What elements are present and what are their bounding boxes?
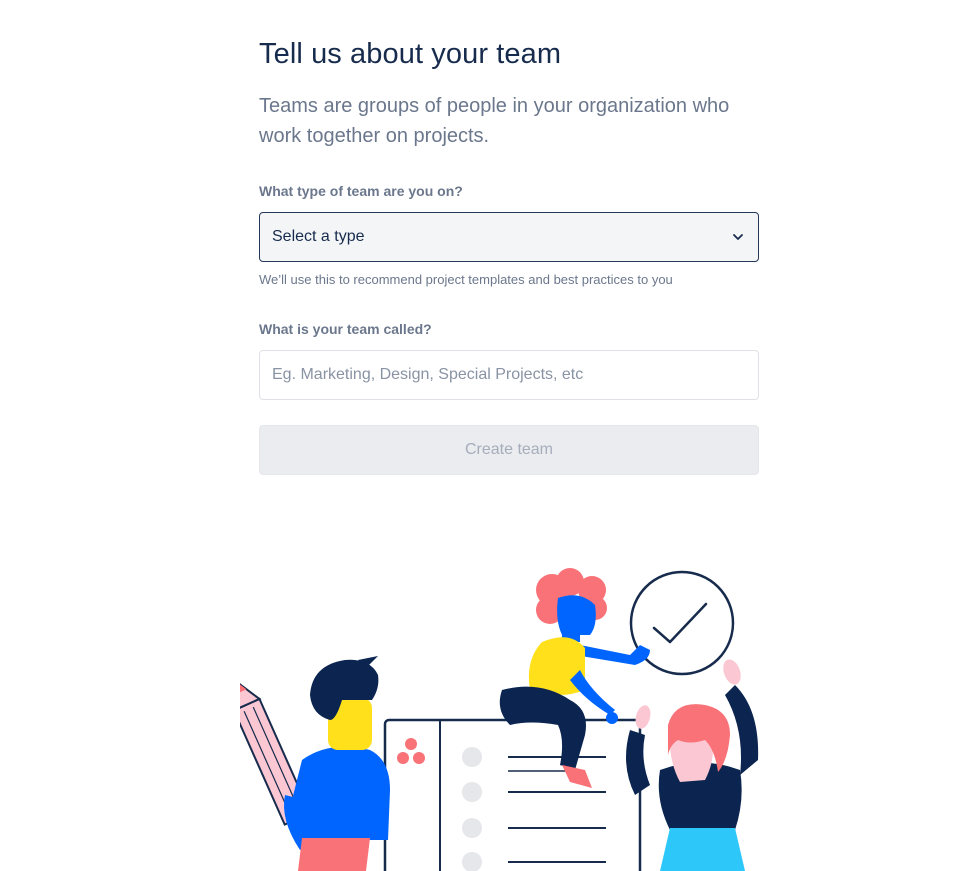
team-name-input[interactable] bbox=[259, 350, 759, 400]
team-type-selected-value: Select a type bbox=[272, 228, 365, 245]
team-illustration bbox=[240, 568, 759, 871]
cheering-person-illustration bbox=[626, 659, 759, 871]
team-type-helper-text: We’ll use this to recommend project temp… bbox=[259, 272, 673, 287]
team-name-label: What is your team called? bbox=[259, 321, 432, 337]
person-with-pencil-illustration bbox=[240, 656, 390, 871]
board-illustration bbox=[383, 718, 642, 871]
chevron-down-icon bbox=[730, 229, 746, 245]
team-type-label: What type of team are you on? bbox=[259, 183, 463, 199]
team-type-select[interactable]: Select a type bbox=[259, 212, 759, 262]
team-setup-page: Tell us about your team Teams are groups… bbox=[0, 0, 958, 871]
page-title: Tell us about your team bbox=[259, 38, 562, 70]
team-form: Tell us about your team Teams are groups… bbox=[259, 34, 759, 475]
page-subtitle: Teams are groups of people in your organ… bbox=[259, 95, 730, 147]
create-team-button[interactable]: Create team bbox=[259, 425, 759, 475]
